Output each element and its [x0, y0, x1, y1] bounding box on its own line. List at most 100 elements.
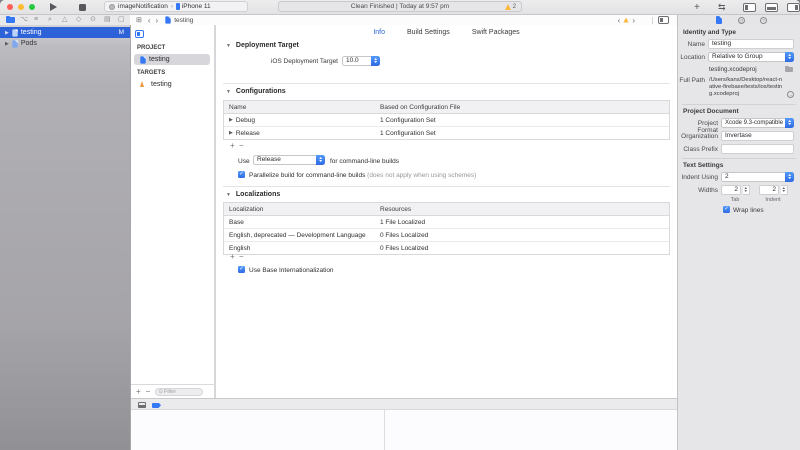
navigator-item-testing[interactable]: ▶ testing M: [0, 27, 130, 38]
debug-console: [131, 410, 677, 450]
table-row[interactable]: English 0 Files Localized: [224, 242, 669, 254]
minimize-window-button[interactable]: [18, 4, 24, 10]
tab-width-field[interactable]: 2: [721, 185, 741, 195]
table-row[interactable]: ▶Release 1 Configuration Set: [224, 127, 669, 139]
indent-width-field[interactable]: 2: [759, 185, 779, 195]
sidebar-item-label[interactable]: testing: [149, 56, 170, 63]
filter-input[interactable]: ⊙ Filter: [155, 388, 203, 396]
column-header[interactable]: Localization: [224, 206, 380, 213]
class-prefix-field[interactable]: [721, 144, 794, 154]
column-header[interactable]: Based on Configuration File: [380, 104, 669, 111]
editor-options-icon[interactable]: [658, 16, 669, 24]
toggle-navigator-button[interactable]: [743, 2, 756, 12]
status-text: Clean Finished | Today at 9:57 pm: [351, 3, 449, 10]
indent-width-stepper[interactable]: ▲▼: [781, 185, 788, 195]
tab-width-stepper[interactable]: ▲▼: [743, 185, 750, 195]
breakpoints-toggle-icon[interactable]: [152, 403, 161, 409]
symbol-navigator-icon[interactable]: ≡: [34, 15, 38, 25]
tab-swift-packages[interactable]: Swift Packages: [472, 29, 520, 36]
back-button[interactable]: ‹: [148, 16, 151, 25]
disclosure-icon[interactable]: ▶: [229, 117, 233, 123]
zoom-window-button[interactable]: [29, 4, 35, 10]
sidebar-item-project-testing[interactable]: testing: [134, 54, 210, 65]
scheme-name[interactable]: imageNotification: [118, 3, 168, 10]
xcode-window: imageNotification › iPhone 11 Clean Fini…: [0, 0, 800, 450]
hide-debug-area-icon[interactable]: [138, 402, 146, 408]
history-inspector-icon[interactable]: ◷: [738, 17, 745, 24]
folder-icon[interactable]: [785, 67, 793, 72]
debug-navigator-icon[interactable]: ⊙: [90, 15, 96, 25]
organization-label: Organization: [678, 133, 718, 140]
location-dropdown[interactable]: Relative to Group ▲▼: [708, 52, 794, 62]
tab-info[interactable]: Info: [373, 29, 385, 36]
disclosure-open-icon[interactable]: ▼: [226, 192, 231, 198]
add-configuration-button[interactable]: +: [230, 141, 235, 151]
column-header[interactable]: Resources: [380, 206, 669, 213]
add-localization-button[interactable]: +: [230, 252, 235, 262]
navigator-item-label[interactable]: testing: [21, 29, 42, 36]
remove-localization-button[interactable]: −: [239, 252, 244, 262]
quick-help-inspector-icon[interactable]: ?: [760, 17, 767, 24]
file-inspector-icon[interactable]: [716, 16, 722, 24]
table-row[interactable]: Base 1 File Localized: [224, 216, 669, 229]
forward-button[interactable]: ›: [156, 16, 159, 25]
navigator-item-pods[interactable]: ▶ Pods: [0, 38, 130, 49]
jumpbar-file-name[interactable]: testing: [174, 17, 193, 24]
base-internationalization-checkbox[interactable]: ✓: [238, 266, 245, 273]
localization-resources: 1 File Localized: [380, 219, 669, 226]
project-navigator-icon[interactable]: [6, 17, 15, 23]
run-button[interactable]: [50, 2, 57, 12]
breakpoint-navigator-icon[interactable]: ▤: [104, 15, 111, 25]
disclosure-icon[interactable]: ▶: [229, 130, 233, 136]
command-line-config-dropdown[interactable]: Release ▲▼: [253, 155, 325, 165]
disclosure-icon[interactable]: ▶: [5, 30, 9, 36]
warning-icon: [624, 17, 629, 22]
stop-button[interactable]: [79, 2, 86, 12]
wrap-lines-checkbox[interactable]: ✓: [723, 206, 730, 213]
remove-button[interactable]: −: [146, 387, 151, 397]
console-split-divider[interactable]: [384, 410, 385, 450]
parallelize-checkbox[interactable]: ✓: [238, 171, 245, 178]
next-issue-button[interactable]: ›: [632, 16, 635, 25]
warning-counter[interactable]: 2: [505, 4, 516, 10]
add-button[interactable]: +: [136, 387, 141, 397]
report-navigator-icon[interactable]: ▢: [118, 15, 125, 25]
disclosure-icon[interactable]: ▶: [5, 41, 9, 47]
scheme-selector[interactable]: imageNotification › iPhone 11: [104, 1, 248, 12]
disclosure-open-icon[interactable]: ▼: [226, 89, 231, 95]
disclosure-open-icon[interactable]: ▼: [226, 43, 231, 49]
organization-field[interactable]: Invertase: [721, 131, 794, 141]
name-field[interactable]: testing: [708, 39, 794, 49]
wrap-lines-label: Wrap lines: [733, 207, 764, 214]
remove-configuration-button[interactable]: −: [239, 141, 244, 151]
toggle-projects-list-icon[interactable]: [135, 30, 144, 38]
project-file-icon: [12, 29, 17, 36]
column-header[interactable]: Name: [224, 104, 380, 111]
toggle-debug-area-button[interactable]: [765, 2, 778, 12]
test-navigator-icon[interactable]: ◇: [76, 15, 81, 25]
navigator-item-label[interactable]: Pods: [21, 40, 37, 47]
indent-using-dropdown[interactable]: 2 ▲▼: [721, 172, 794, 182]
table-row[interactable]: ▶Debug 1 Configuration Set: [224, 114, 669, 127]
close-window-button[interactable]: [7, 4, 13, 10]
reveal-arrow-icon[interactable]: →: [787, 91, 794, 98]
previous-issue-button[interactable]: ‹: [618, 16, 621, 25]
related-items-icon[interactable]: ⊞: [136, 16, 142, 24]
targets-section-header: TARGETS: [137, 70, 165, 76]
table-row[interactable]: English, deprecated — Development Langua…: [224, 229, 669, 242]
config-value: 1 Configuration Set: [380, 130, 669, 137]
project-editor: Info Build Settings Swift Packages ▼ Dep…: [215, 25, 677, 398]
scheme-device[interactable]: iPhone 11: [182, 3, 211, 10]
sidebar-item-label[interactable]: testing: [151, 81, 172, 88]
code-review-button[interactable]: ⇆: [718, 2, 726, 12]
library-button[interactable]: +: [694, 2, 700, 12]
toggle-inspector-button[interactable]: [787, 2, 800, 12]
issue-navigator-icon[interactable]: △: [62, 15, 67, 25]
source-control-navigator-icon[interactable]: ⌥: [20, 15, 28, 25]
project-format-dropdown[interactable]: Xcode 9.3-compatible ▲▼: [721, 118, 794, 128]
find-navigator-icon[interactable]: ⌕: [48, 15, 52, 25]
deployment-target-dropdown[interactable]: 10.0 ▲▼: [342, 56, 380, 66]
dropdown-arrows-icon: ▲▼: [371, 56, 380, 66]
sidebar-item-target-testing[interactable]: testing: [134, 79, 210, 90]
tab-build-settings[interactable]: Build Settings: [407, 29, 450, 36]
